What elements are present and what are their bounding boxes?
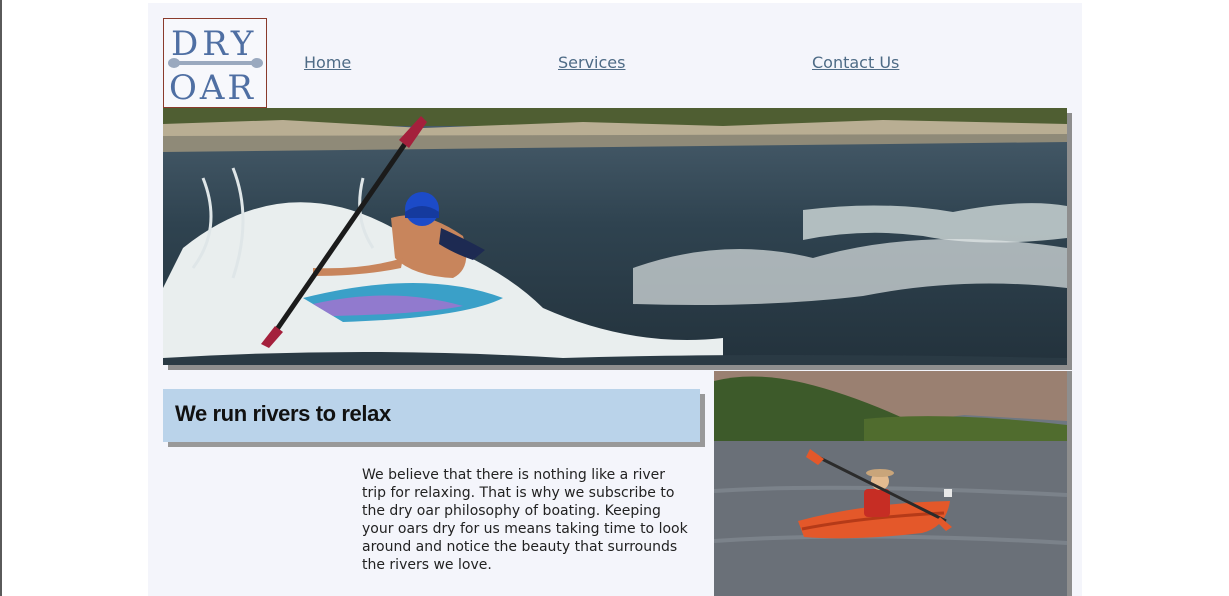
headline-title: We run rivers to relax bbox=[175, 401, 391, 426]
logo-oar-blade-right bbox=[251, 58, 263, 68]
intro-paragraph: We believe that there is nothing like a … bbox=[362, 467, 688, 573]
logo-line-2: OAR bbox=[169, 68, 256, 108]
side-kayak-photo bbox=[714, 371, 1067, 596]
left-border bbox=[0, 0, 2, 596]
logo-line-1: DRY bbox=[171, 24, 257, 64]
page-container: DRY OAR Home Services Contact Us We run … bbox=[148, 3, 1082, 596]
hero-photo bbox=[163, 108, 1067, 365]
logo-oar-shaft bbox=[170, 61, 258, 65]
nav-contact-link[interactable]: Contact Us bbox=[812, 53, 899, 72]
logo-oar-blade-left bbox=[168, 58, 180, 68]
nav-services-link[interactable]: Services bbox=[558, 53, 625, 72]
dry-oar-logo[interactable]: DRY OAR bbox=[163, 18, 267, 108]
logo-graphic: DRY OAR bbox=[168, 24, 263, 108]
headline-banner: We run rivers to relax bbox=[163, 389, 700, 442]
nav-home-link[interactable]: Home bbox=[304, 53, 351, 72]
